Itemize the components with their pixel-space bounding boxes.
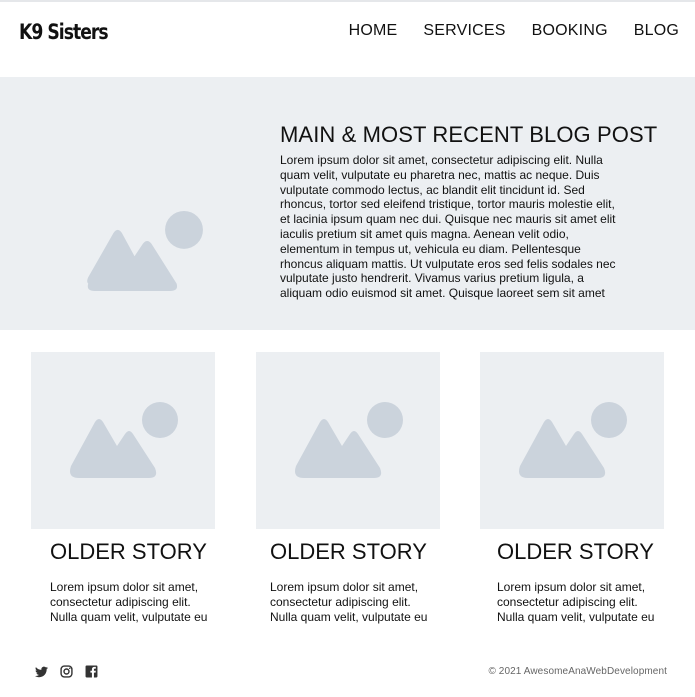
social-links <box>35 665 98 678</box>
story-image[interactable] <box>31 352 215 529</box>
story-excerpt: Lorem ipsum dolor sit amet, consectetur … <box>497 580 655 624</box>
image-placeholder-icon <box>87 210 203 291</box>
main-nav: HOME SERVICES BOOKING BLOG <box>323 22 679 40</box>
twitter-icon[interactable] <box>35 665 48 678</box>
story-excerpt: Lorem ipsum dolor sit amet, consectetur … <box>50 580 208 624</box>
nav-blog[interactable]: BLOG <box>634 22 679 40</box>
story-card[interactable] <box>31 352 215 529</box>
story-image[interactable] <box>256 352 440 529</box>
story-card[interactable] <box>480 352 664 529</box>
nav-booking[interactable]: BOOKING <box>532 22 608 40</box>
story-title[interactable]: OLDER STORY <box>497 539 654 565</box>
facebook-icon[interactable] <box>85 665 98 678</box>
featured-post-excerpt: Lorem ipsum dolor sit amet, consectetur … <box>280 153 616 301</box>
copyright-text: © 2021 AwesomeAnaWebDevelopment <box>488 666 667 677</box>
instagram-icon[interactable] <box>60 665 73 678</box>
featured-post-content: MAIN & MOST RECENT BLOG POST Lorem ipsum… <box>280 122 657 301</box>
site-header: K9 Sisters HOME SERVICES BOOKING BLOG <box>0 2 695 76</box>
image-placeholder-icon <box>295 402 403 478</box>
nav-home[interactable]: HOME <box>349 22 398 40</box>
featured-post-title[interactable]: MAIN & MOST RECENT BLOG POST <box>280 122 657 148</box>
image-placeholder-icon <box>519 402 627 478</box>
story-image[interactable] <box>480 352 664 529</box>
nav-services[interactable]: SERVICES <box>423 22 505 40</box>
story-card[interactable] <box>256 352 440 529</box>
story-title[interactable]: OLDER STORY <box>50 539 207 565</box>
site-logo[interactable]: K9 Sisters <box>19 20 109 44</box>
story-title[interactable]: OLDER STORY <box>270 539 427 565</box>
story-excerpt: Lorem ipsum dolor sit amet, consectetur … <box>270 580 428 624</box>
site-footer: © 2021 AwesomeAnaWebDevelopment <box>0 660 695 690</box>
image-placeholder-icon <box>70 402 178 478</box>
